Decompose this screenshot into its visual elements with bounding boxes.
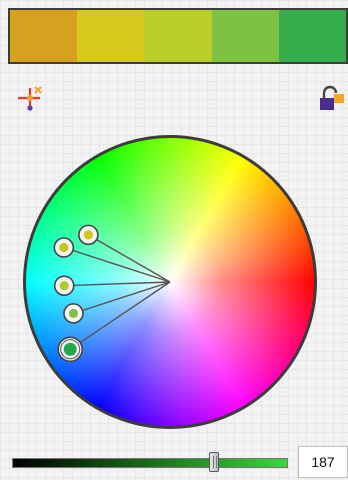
marker-connector-line bbox=[88, 234, 171, 283]
harmony-color-marker[interactable] bbox=[53, 275, 75, 296]
palette-swatch[interactable] bbox=[77, 10, 145, 62]
brightness-track[interactable] bbox=[12, 458, 288, 468]
wheel-overlay bbox=[23, 135, 317, 429]
lock-icon[interactable] bbox=[318, 84, 346, 114]
harmony-color-marker[interactable] bbox=[53, 237, 75, 258]
palette-swatch[interactable] bbox=[211, 10, 279, 62]
palette-swatch[interactable] bbox=[144, 10, 212, 62]
marker-connector-line bbox=[63, 246, 171, 283]
brightness-value-field[interactable]: 187 bbox=[298, 446, 348, 478]
marker-connector-line bbox=[69, 281, 171, 350]
brightness-thumb[interactable] bbox=[209, 452, 220, 472]
primary-color-marker[interactable] bbox=[57, 336, 84, 363]
marker-connector-line bbox=[64, 281, 171, 287]
harmony-color-marker[interactable] bbox=[63, 303, 84, 324]
palette-swatch[interactable] bbox=[278, 10, 347, 62]
color-palette-bar bbox=[8, 8, 348, 64]
harmony-color-marker[interactable] bbox=[78, 224, 99, 246]
palette-swatch[interactable] bbox=[10, 10, 78, 62]
color-wheel[interactable] bbox=[22, 134, 318, 430]
brightness-slider[interactable] bbox=[12, 452, 288, 472]
marker-connector-line bbox=[73, 281, 171, 315]
harmony-rule-icon[interactable] bbox=[14, 84, 46, 112]
